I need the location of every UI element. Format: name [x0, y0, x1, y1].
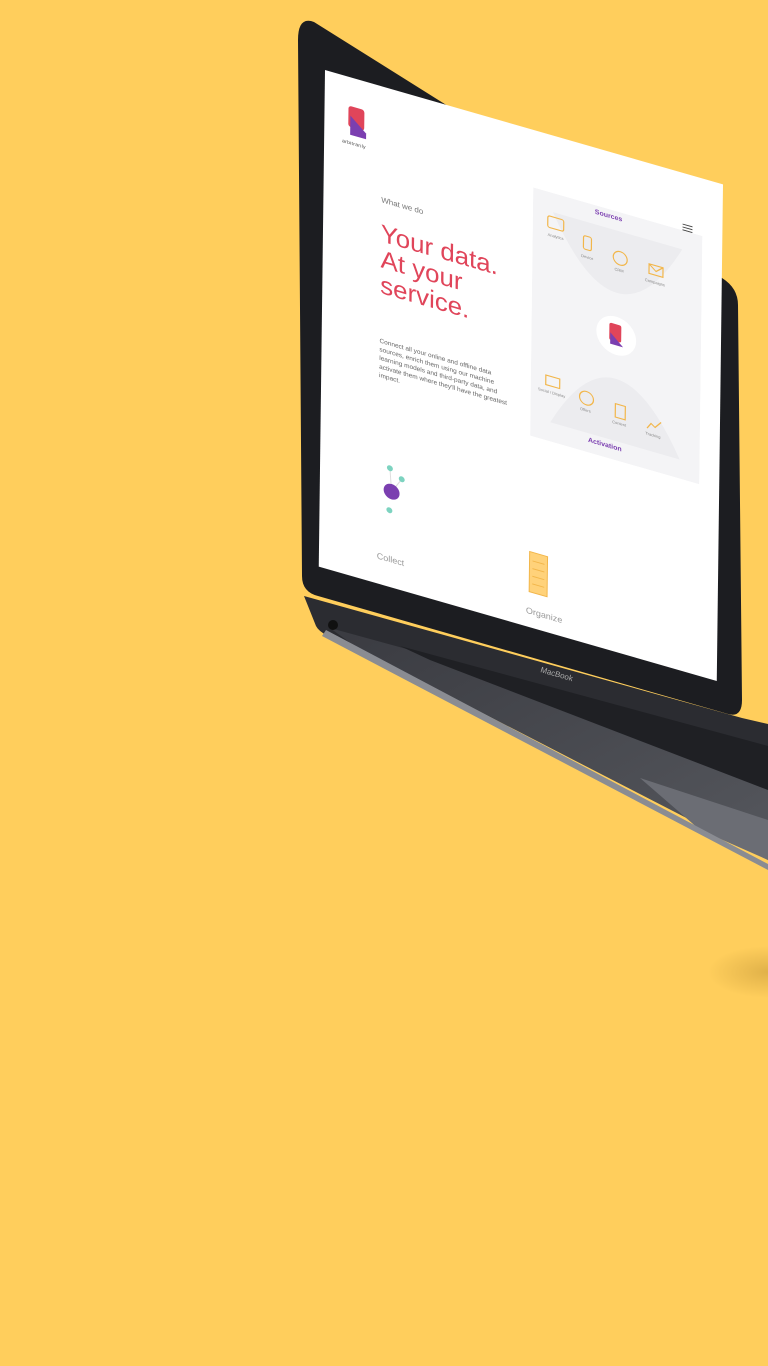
sources-activation-diagram: Sources Activation Analytics Device CRM …	[530, 187, 703, 485]
diagram-background	[530, 187, 703, 485]
molecule-icon	[383, 465, 405, 514]
device-icon	[582, 235, 593, 252]
content-icon	[614, 402, 626, 421]
usb-c-port	[328, 620, 338, 630]
stack-icon	[528, 550, 549, 598]
section-eyebrow: What we do	[381, 195, 424, 217]
section-label-collect: Collect	[376, 550, 405, 569]
hero-headline: Your data. At your service.	[380, 218, 530, 340]
scene: MacBook arbitrarily What we do Your data…	[0, 0, 768, 1366]
hero-body: Connect all your online and offline data…	[379, 337, 508, 407]
drop-shadow	[708, 946, 768, 998]
brand-logo	[348, 106, 367, 140]
section-label-organize: Organize	[525, 605, 563, 626]
